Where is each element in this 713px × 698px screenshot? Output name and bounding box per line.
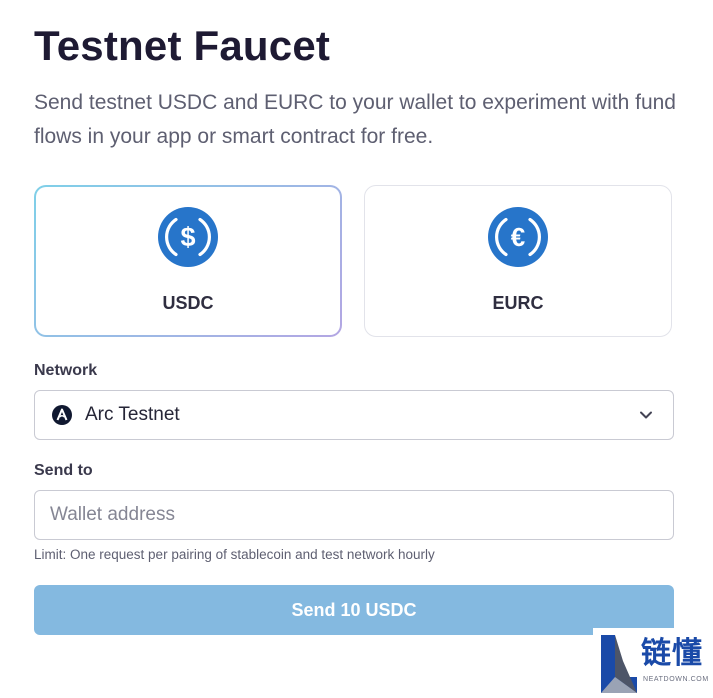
token-label-eurc: EURC bbox=[492, 293, 544, 313]
arc-network-icon bbox=[52, 405, 72, 425]
faucet-page: Testnet Faucet Send testnet USDC and EUR… bbox=[0, 0, 713, 698]
page-title: Testnet Faucet bbox=[34, 22, 331, 69]
eurc-coin-icon: € bbox=[488, 207, 548, 267]
chevron-down-icon bbox=[640, 411, 652, 419]
token-card-eurc[interactable]: € EURC bbox=[364, 185, 672, 337]
token-label-usdc: USDC bbox=[162, 293, 214, 313]
eurc-symbol: € bbox=[511, 222, 525, 252]
watermark-text: 链懂 bbox=[641, 637, 703, 670]
page-subtitle: Send testnet USDC and EURC to your walle… bbox=[34, 91, 676, 148]
network-label: Network bbox=[34, 362, 98, 379]
watermark-domain: NEATDOWN.COM bbox=[643, 676, 709, 683]
network-select-value: Arc Testnet bbox=[85, 404, 180, 425]
neatdown-logo-icon bbox=[601, 635, 637, 693]
network-select[interactable]: Arc Testnet bbox=[34, 390, 674, 440]
token-card-usdc[interactable]: $ USDC bbox=[34, 185, 342, 337]
wallet-address-input[interactable] bbox=[34, 490, 674, 540]
watermark: 链懂 NEATDOWN.COM bbox=[593, 628, 713, 698]
send-button[interactable]: Send 10 USDC bbox=[34, 585, 674, 635]
usdc-coin-icon: $ bbox=[158, 207, 218, 267]
send-to-label: Send to bbox=[34, 462, 93, 479]
limit-note: Limit: One request per pairing of stable… bbox=[34, 547, 435, 562]
usdc-symbol: $ bbox=[180, 222, 195, 252]
